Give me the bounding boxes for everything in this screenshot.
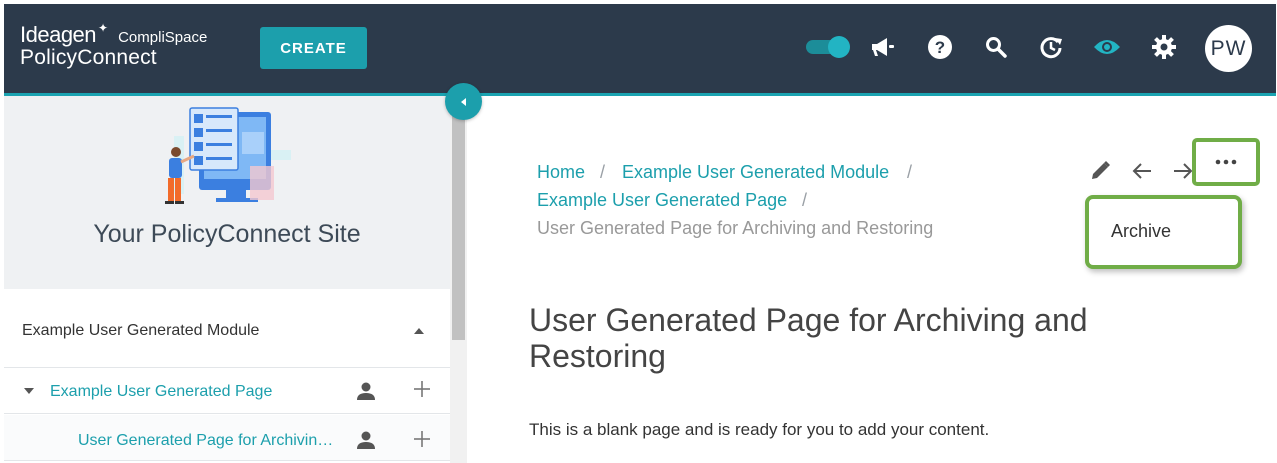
eye-icon[interactable] bbox=[1092, 32, 1122, 62]
history-icon[interactable] bbox=[1036, 32, 1066, 62]
add-page-icon[interactable] bbox=[413, 380, 431, 403]
arrow-left-icon[interactable] bbox=[1129, 158, 1155, 184]
breadcrumb-separator: / bbox=[802, 190, 808, 210]
sidebar-scrollbar[interactable] bbox=[450, 96, 467, 463]
page-title: User Generated Page for Archiving and Re… bbox=[529, 302, 1088, 374]
brand-logo[interactable]: Ideagen ✦ CompliSpace PolicyConnect bbox=[20, 21, 208, 70]
svg-text:?: ? bbox=[935, 38, 945, 57]
breadcrumb-separator: / bbox=[600, 162, 606, 182]
person-icon[interactable] bbox=[356, 381, 376, 406]
app-window: Ideagen ✦ CompliSpace PolicyConnect CREA… bbox=[4, 4, 1276, 463]
create-button[interactable]: CREATE bbox=[260, 27, 367, 69]
person-icon[interactable] bbox=[356, 430, 376, 455]
main-content: Home / Example User Generated Module / E… bbox=[467, 96, 1276, 463]
site-header: Your PolicyConnect Site bbox=[4, 96, 450, 289]
breadcrumb-module-link[interactable]: Example User Generated Module bbox=[622, 162, 889, 183]
sidebar-page-label[interactable]: Example User Generated Page bbox=[50, 383, 272, 401]
sidebar-module-label: Example User Generated Module bbox=[22, 322, 260, 339]
add-page-icon[interactable] bbox=[413, 430, 431, 453]
ellipsis-icon bbox=[1215, 159, 1237, 165]
collapse-caret-icon[interactable] bbox=[414, 328, 424, 334]
more-options-button[interactable] bbox=[1192, 138, 1260, 186]
sidebar-subpage-item[interactable]: User Generated Page for Archivin… bbox=[4, 415, 450, 461]
sidebar-page-item[interactable]: Example User Generated Page bbox=[4, 368, 450, 414]
view-mode-toggle[interactable] bbox=[806, 36, 850, 58]
search-icon[interactable] bbox=[981, 32, 1011, 62]
more-options-menu: Archive bbox=[1085, 195, 1242, 269]
breadcrumb-current: User Generated Page for Archiving and Re… bbox=[537, 218, 934, 238]
breadcrumb-page-link[interactable]: Example User Generated Page bbox=[537, 190, 787, 211]
brand-product-line: CompliSpace bbox=[118, 29, 208, 46]
toggle-knob bbox=[828, 36, 850, 58]
sidebar-subpage-label[interactable]: User Generated Page for Archivin… bbox=[78, 432, 333, 450]
sidebar-module-item[interactable]: Example User Generated Module bbox=[4, 296, 450, 368]
site-illustration bbox=[154, 106, 294, 221]
help-icon[interactable]: ? bbox=[925, 32, 955, 62]
top-navigation-bar: Ideagen ✦ CompliSpace PolicyConnect CREA… bbox=[4, 4, 1276, 93]
page-body-text: This is a blank page and is ready for yo… bbox=[529, 420, 990, 439]
breadcrumb-home-link[interactable]: Home bbox=[537, 162, 585, 183]
edit-pencil-icon[interactable] bbox=[1087, 158, 1113, 184]
gear-icon[interactable] bbox=[1149, 32, 1179, 62]
scrollbar-thumb[interactable] bbox=[452, 96, 465, 340]
brand-mark-icon: ✦ bbox=[98, 21, 109, 35]
user-avatar[interactable]: PW bbox=[1205, 25, 1252, 72]
brand-name: Ideagen bbox=[20, 22, 97, 47]
site-title: Your PolicyConnect Site bbox=[93, 220, 361, 248]
breadcrumb-separator: / bbox=[907, 162, 913, 182]
megaphone-icon[interactable] bbox=[868, 32, 898, 62]
expand-caret-icon[interactable] bbox=[24, 388, 34, 394]
archive-menu-item[interactable]: Archive bbox=[1111, 221, 1171, 242]
sidebar: Your PolicyConnect Site Example User Gen… bbox=[4, 96, 450, 463]
brand-product: PolicyConnect bbox=[20, 46, 157, 69]
